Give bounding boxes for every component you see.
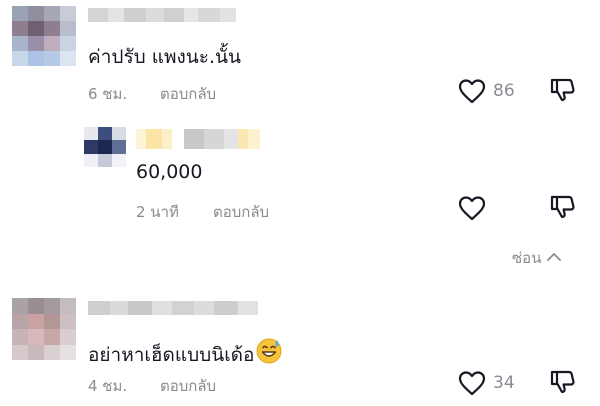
- reply-button[interactable]: ตอบกลับ: [160, 374, 216, 398]
- thumbs-down-icon[interactable]: [549, 193, 577, 225]
- avatar[interactable]: [12, 298, 76, 360]
- like-count: 34: [493, 373, 515, 393]
- heart-icon[interactable]: [458, 78, 486, 108]
- comment-time: 6 ชม.: [88, 85, 128, 103]
- comment-text: อย่าหาเฮ็ดแบบนิเด้อ: [88, 338, 282, 370]
- thumbs-down-icon[interactable]: [549, 76, 577, 108]
- hide-replies-button[interactable]: ซ่อน: [512, 246, 562, 270]
- heart-icon[interactable]: [458, 195, 486, 225]
- reply-text: 60,000: [136, 161, 203, 183]
- username-blurred[interactable]: [136, 129, 260, 149]
- thumbs-down-icon[interactable]: [549, 368, 577, 400]
- reply-time: 2 นาที: [136, 203, 179, 221]
- reply-button[interactable]: ตอบกลับ: [160, 82, 216, 106]
- avatar[interactable]: [12, 6, 76, 66]
- grinning-sweat-emoji: [256, 338, 282, 369]
- comment-time: 4 ชม.: [88, 377, 128, 395]
- avatar[interactable]: [84, 127, 126, 167]
- reply-button[interactable]: ตอบกลับ: [213, 200, 269, 224]
- username-blurred[interactable]: [88, 8, 236, 22]
- chevron-up-icon: [546, 249, 562, 267]
- comment-text-content: อย่าหาเฮ็ดแบบนิเด้อ: [88, 344, 255, 366]
- comment-text: ค่าปรับ แพงนะ.นั้น: [88, 46, 242, 68]
- username-blurred[interactable]: [88, 301, 258, 315]
- heart-icon[interactable]: [458, 370, 486, 400]
- hide-replies-label: ซ่อน: [512, 249, 542, 267]
- like-count: 86: [493, 81, 515, 101]
